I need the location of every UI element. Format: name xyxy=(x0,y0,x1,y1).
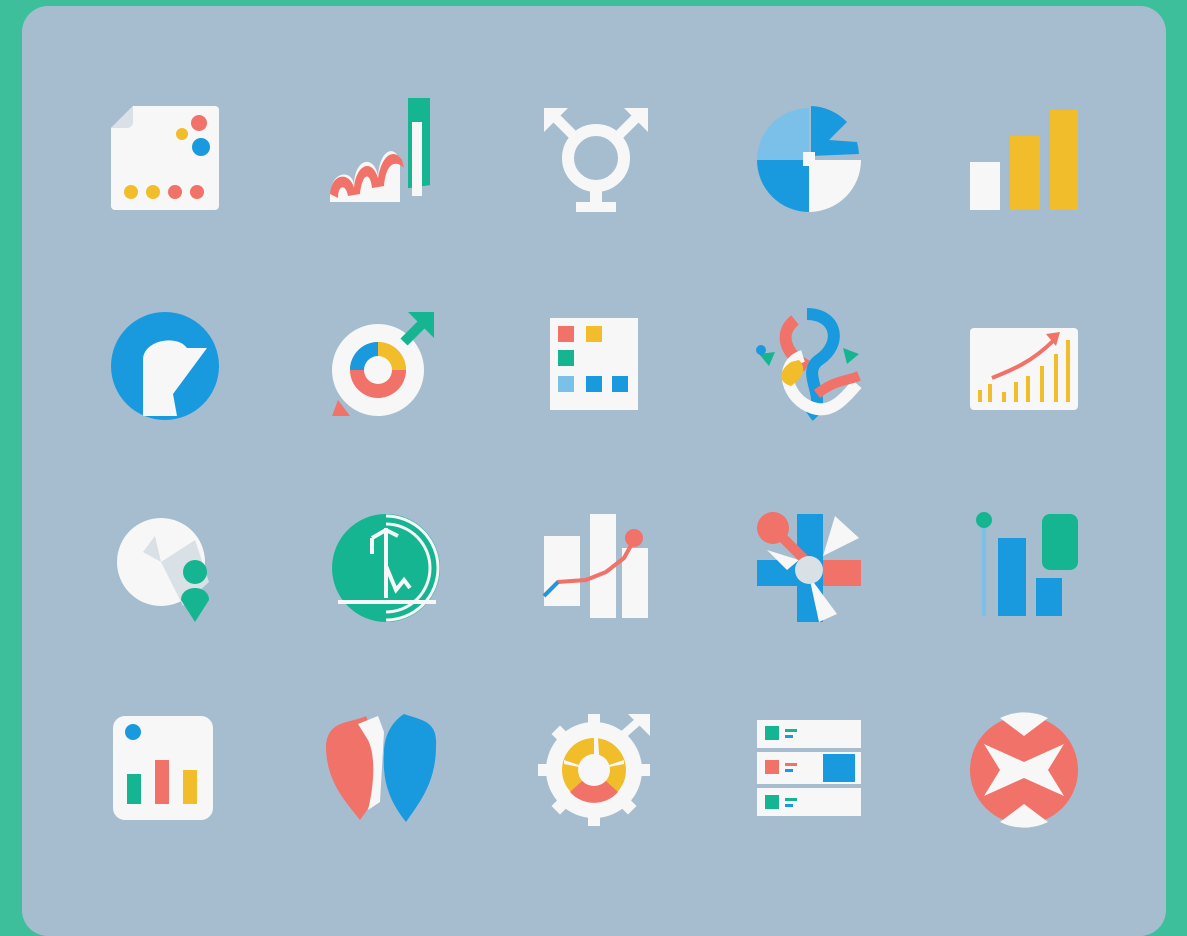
gear-donut-icon[interactable] xyxy=(534,706,658,830)
shields-icon[interactable] xyxy=(324,706,448,830)
transgender-symbol-icon[interactable] xyxy=(534,98,658,222)
wave-bars-icon[interactable] xyxy=(324,98,448,222)
icon-panel xyxy=(22,6,1166,936)
intertwined-ribbons-icon[interactable] xyxy=(747,304,871,428)
document-dots-icon[interactable] xyxy=(103,98,227,222)
growth-chart-icon[interactable] xyxy=(962,304,1086,428)
pie-chart-icon[interactable] xyxy=(747,98,871,222)
teal-circle-graph-icon[interactable] xyxy=(324,506,448,630)
color-grid-icon[interactable] xyxy=(534,304,658,428)
bars-trend-line-icon[interactable] xyxy=(534,506,658,630)
coral-circle-arrows-icon[interactable] xyxy=(962,706,1086,830)
dashboard-bars-icon[interactable] xyxy=(103,706,227,830)
pin-bars-icon[interactable] xyxy=(962,506,1086,630)
donut-arrow-icon[interactable] xyxy=(324,304,448,428)
pie-person-icon[interactable] xyxy=(103,506,227,630)
bar-chart-icon[interactable] xyxy=(962,98,1086,222)
pinwheel-cross-icon[interactable] xyxy=(747,506,871,630)
blue-circle-flag-icon[interactable] xyxy=(103,304,227,428)
list-rows-icon[interactable] xyxy=(747,706,871,830)
